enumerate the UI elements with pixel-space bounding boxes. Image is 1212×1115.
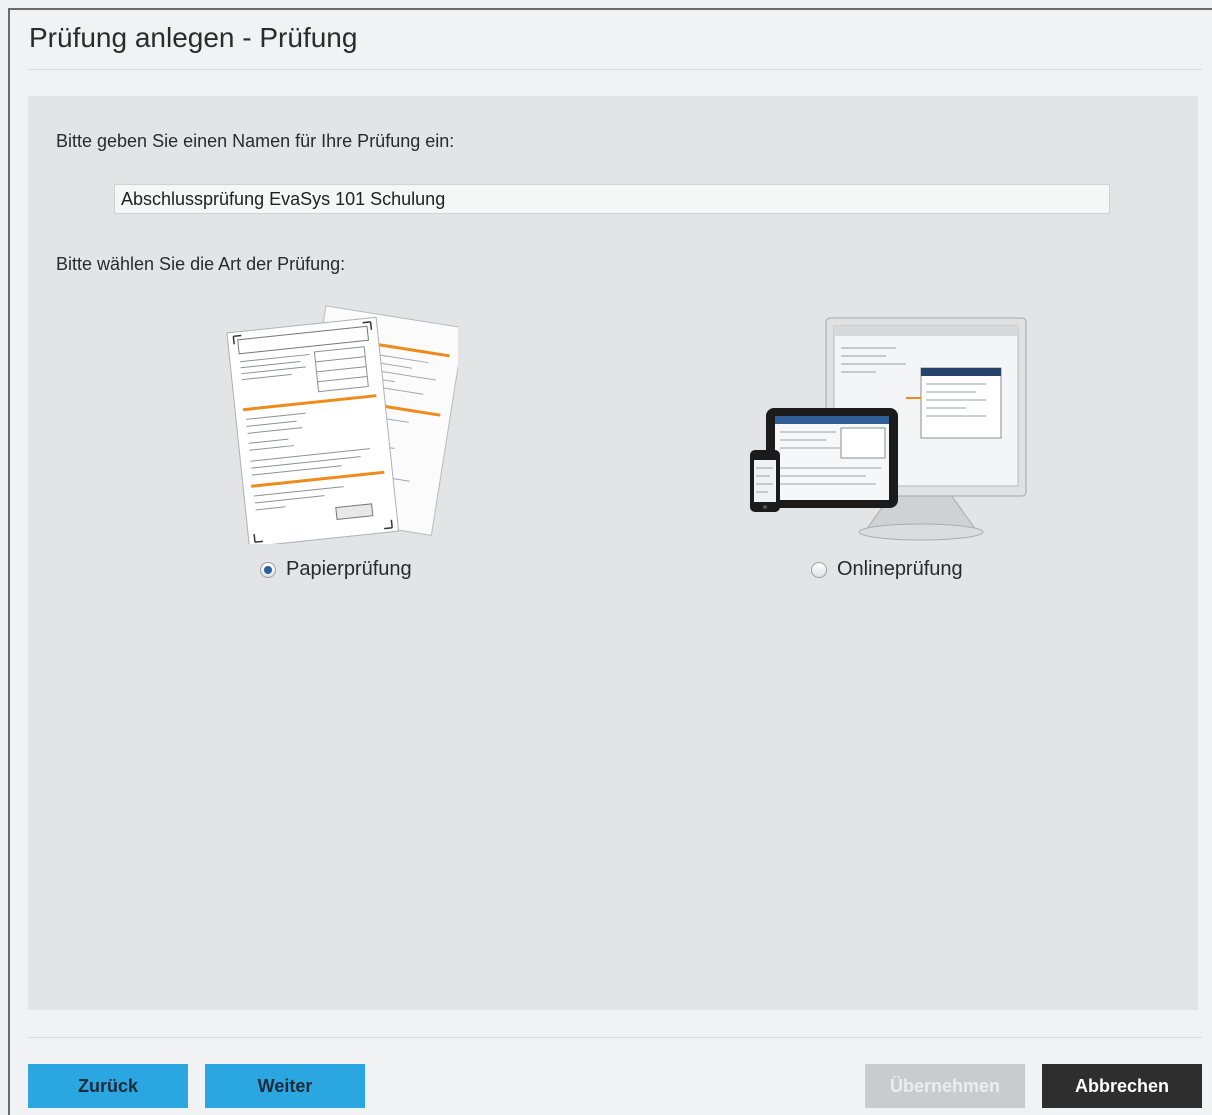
title-divider [28, 69, 1202, 70]
name-prompt: Bitte geben Sie einen Namen für Ihre Prü… [56, 131, 455, 151]
option-paper-label: Papierprüfung [286, 558, 412, 580]
back-button[interactable]: Zurück [28, 1064, 188, 1108]
option-online[interactable]: Onlineprüfung [811, 558, 963, 581]
devices-icon[interactable] [746, 308, 1036, 548]
type-prompt: Bitte wählen Sie die Art der Prüfung: [56, 254, 346, 274]
cancel-button[interactable]: Abbrechen [1042, 1064, 1202, 1108]
option-online-label: Onlineprüfung [837, 558, 963, 580]
exam-name-input[interactable] [114, 184, 1110, 214]
option-paper[interactable]: Papierprüfung [260, 558, 412, 581]
footer-divider [28, 1037, 1202, 1038]
paper-radio[interactable] [260, 561, 276, 578]
dialog-window: Prüfung anlegen - Prüfung Bitte geben Si… [8, 8, 1212, 1115]
next-button[interactable]: Weiter [205, 1064, 365, 1108]
paper-forms-icon[interactable] [218, 304, 458, 544]
content-panel: Bitte geben Sie einen Namen für Ihre Prü… [28, 96, 1198, 1010]
apply-button[interactable]: Übernehmen [865, 1064, 1025, 1108]
online-radio[interactable] [811, 561, 827, 578]
page-title: Prüfung anlegen - Prüfung [29, 22, 358, 53]
